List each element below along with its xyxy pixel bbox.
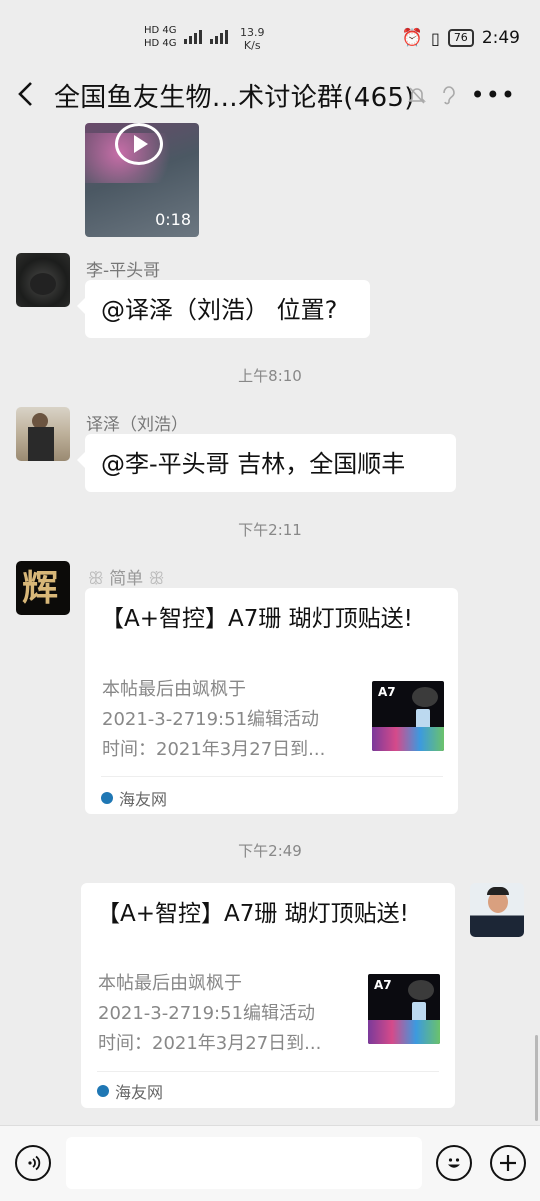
bell-off-icon xyxy=(407,87,426,104)
network-speed: 13.9 K/s xyxy=(240,26,265,52)
play-icon[interactable] xyxy=(115,123,163,165)
chevron-left-icon xyxy=(18,82,32,106)
chat-header: 全国鱼友生物…术讨论群(465) ••• xyxy=(0,65,540,123)
message-input[interactable] xyxy=(66,1137,422,1189)
card-desc-line: 本帖最后由飒枫于 xyxy=(102,679,246,700)
card-divider xyxy=(97,1071,439,1072)
back-button[interactable] xyxy=(16,80,36,113)
card-thumbnail: A7 xyxy=(368,974,440,1044)
vibrate-icon: ▯ xyxy=(431,28,440,48)
video-message[interactable]: 0:18 xyxy=(85,123,199,237)
thumb-device xyxy=(408,980,434,1000)
status-right: ⏰ ▯ 76 2:49 xyxy=(402,28,520,48)
sender-name: 李-平头哥 xyxy=(86,261,161,281)
avatar[interactable] xyxy=(16,407,70,461)
card-title: 【A+智控】A7珊 瑚灯顶贴送! xyxy=(101,606,413,632)
timestamp: 上午8:10 xyxy=(238,367,302,385)
alarm-icon: ⏰ xyxy=(401,28,423,48)
card-source: 海友网 xyxy=(97,1079,163,1103)
avatar-detail xyxy=(28,427,54,461)
link-card[interactable]: 【A+智控】A7珊 瑚灯顶贴送! 本帖最后由飒枫于 2021-3-2719:51… xyxy=(85,588,458,814)
avatar-detail xyxy=(487,887,509,895)
thumb-coral xyxy=(372,727,444,751)
source-logo-icon xyxy=(97,1085,109,1097)
sender-decoration: ꕥ xyxy=(88,569,104,589)
card-title: 【A+智控】A7珊 瑚灯顶贴送! xyxy=(97,901,409,927)
thumb-label: A7 xyxy=(374,978,392,992)
network-top: HD 4G xyxy=(144,25,177,36)
clock: 2:49 xyxy=(481,28,520,48)
avatar[interactable] xyxy=(16,253,70,307)
thumb-label: A7 xyxy=(378,685,396,699)
link-card[interactable]: 【A+智控】A7珊 瑚灯顶贴送! 本帖最后由飒枫于 2021-3-2719:51… xyxy=(81,883,455,1108)
speed-unit: K/s xyxy=(243,39,261,52)
message-text: @李-平头哥 吉林，全国顺丰 xyxy=(101,450,406,478)
card-desc-line: 时间：2021年3月27日到... xyxy=(98,1033,322,1054)
timestamp: 下午2:49 xyxy=(238,842,302,860)
avatar[interactable]: 辉 xyxy=(16,561,70,615)
message-text: @译泽（刘浩） 位置? xyxy=(101,296,338,324)
video-duration: 0:18 xyxy=(155,210,191,229)
plus-icon xyxy=(500,1155,516,1171)
card-desc-line: 时间：2021年3月27日到... xyxy=(102,739,326,760)
source-name: 海友网 xyxy=(115,1083,164,1102)
plus-button[interactable] xyxy=(490,1145,526,1181)
card-desc-line: 本帖最后由飒枫于 xyxy=(98,973,242,994)
card-source: 海友网 xyxy=(101,786,167,810)
sender-name: ꕥ 简单 ꕥ xyxy=(88,564,164,589)
input-bar xyxy=(0,1125,540,1201)
ear-icon xyxy=(442,86,455,105)
card-desc-line: 2021-3-2719:51编辑活动 xyxy=(98,1003,316,1024)
thumb-coral xyxy=(368,1020,440,1044)
message-bubble[interactable]: @译泽（刘浩） 位置? xyxy=(77,280,370,338)
source-name: 海友网 xyxy=(119,790,168,809)
source-logo-icon xyxy=(101,792,113,804)
sender-nickname: 简单 xyxy=(109,569,144,589)
card-thumbnail: A7 xyxy=(372,681,444,751)
speed-value: 13.9 xyxy=(240,26,265,39)
network-bottom: HD 4G xyxy=(144,38,177,49)
more-button[interactable]: ••• xyxy=(471,83,516,107)
card-desc-line: 2021-3-2719:51编辑活动 xyxy=(102,709,320,730)
sender-name: 译泽（刘浩） xyxy=(86,415,188,435)
card-description: 本帖最后由飒枫于 2021-3-2719:51编辑活动 时间：2021年3月27… xyxy=(98,969,348,1059)
timestamp: 下午2:11 xyxy=(238,521,302,539)
avatar[interactable] xyxy=(470,883,524,937)
emoji-icon xyxy=(448,1158,460,1168)
card-description: 本帖最后由飒枫于 2021-3-2719:51编辑活动 时间：2021年3月27… xyxy=(102,675,352,765)
avatar-calligraphy: 辉 xyxy=(22,567,59,609)
scrollbar[interactable] xyxy=(535,1035,538,1121)
signal-icon xyxy=(184,28,228,44)
avatar-detail xyxy=(30,273,56,295)
voice-icon xyxy=(28,1155,41,1171)
emoji-button[interactable] xyxy=(436,1145,472,1181)
message-bubble[interactable]: @李-平头哥 吉林，全国顺丰 xyxy=(77,434,456,492)
battery-indicator: 76 xyxy=(447,29,474,47)
network-indicator: HD 4G HD 4G xyxy=(144,26,177,49)
nav-icons: ••• xyxy=(407,83,516,107)
sender-decoration: ꕥ xyxy=(148,569,165,589)
chat-title: 全国鱼友生物…术讨论群(465) xyxy=(54,83,415,113)
voice-button[interactable] xyxy=(15,1145,51,1181)
card-divider xyxy=(101,776,443,777)
thumb-device xyxy=(412,687,438,707)
